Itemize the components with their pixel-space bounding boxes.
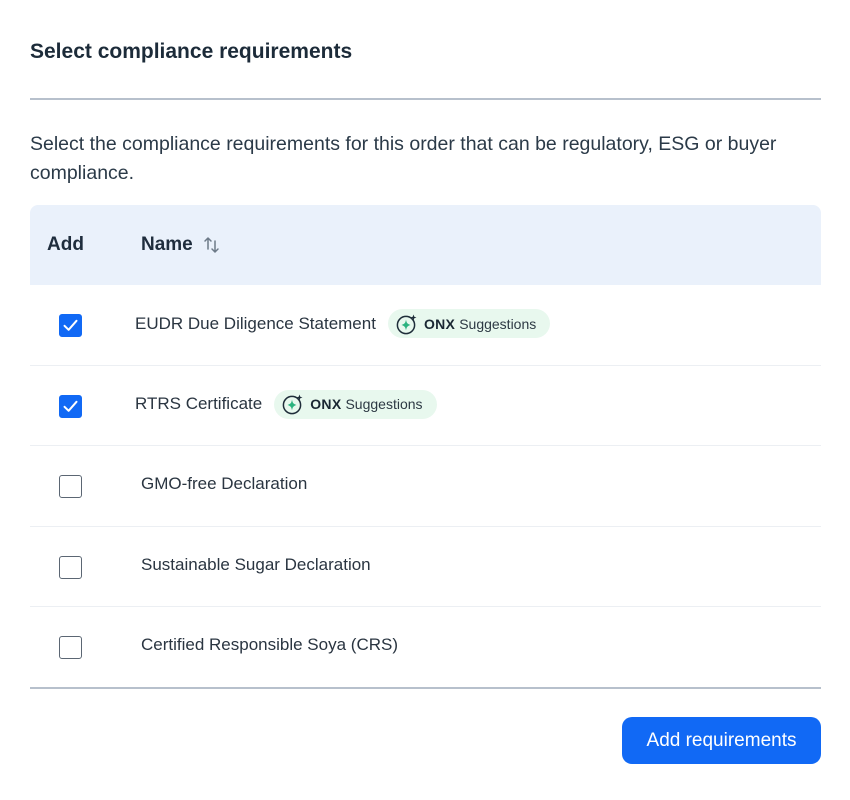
checkmark-icon xyxy=(62,317,79,334)
onx-suggestion-badge: ONX Suggestions xyxy=(274,389,437,419)
checkbox-unchecked[interactable] xyxy=(59,636,82,659)
checkbox-checked[interactable] xyxy=(59,314,82,337)
name-column-header[interactable]: Name xyxy=(141,234,221,256)
requirement-name-cell: GMO-free Declaration xyxy=(141,474,307,494)
requirement-name: GMO-free Declaration xyxy=(141,474,308,493)
checkbox-unchecked[interactable] xyxy=(59,555,82,579)
badge-brand: ONX xyxy=(423,315,456,332)
badge-label: Suggestions xyxy=(345,396,423,412)
table-row: RTRS Certificate ONX Suggestions xyxy=(30,366,821,446)
requirement-name: Sustainable Sugar Declaration xyxy=(141,554,371,574)
title-divider xyxy=(30,98,821,100)
sparkle-icon xyxy=(282,393,304,415)
requirement-name-cell: EUDR Due Diligence Statement ONX Suggestio… xyxy=(135,309,551,338)
add-requirements-button[interactable]: Add requirements xyxy=(622,717,821,764)
requirements-table: Add Name EUDR Due Diligence Statement ONX… xyxy=(30,205,821,688)
checkbox-unchecked[interactable] xyxy=(59,475,82,498)
badge-label: Suggestions xyxy=(459,315,537,332)
table-row: GMO-free Declaration xyxy=(30,446,821,527)
table-row: Certified Responsible Soya (CRS) xyxy=(30,607,821,688)
table-header: Add Name xyxy=(30,205,821,285)
footer-divider xyxy=(30,687,821,689)
requirement-name: EUDR Due Diligence Statement xyxy=(135,313,376,333)
dialog-description: Select the compliance requirements for t… xyxy=(30,133,777,184)
dialog-title: Select compliance requirements xyxy=(30,40,353,63)
sort-arrows-icon[interactable] xyxy=(203,235,221,255)
requirement-name-cell: Sustainable Sugar Declaration xyxy=(141,555,371,575)
name-column-label: Name xyxy=(141,234,193,255)
checkbox-checked[interactable] xyxy=(59,394,82,418)
requirement-name: Certified Responsible Soya (CRS) xyxy=(141,635,398,654)
table-row: EUDR Due Diligence Statement ONX Suggestio… xyxy=(30,285,821,366)
requirement-name: RTRS Certificate xyxy=(135,394,263,413)
add-column-header: Add xyxy=(47,234,84,255)
table-row: Sustainable Sugar Declaration xyxy=(30,527,821,607)
requirement-name-cell: RTRS Certificate ONX Suggestions xyxy=(135,389,437,419)
badge-brand: ONX xyxy=(310,396,342,412)
sparkle-icon xyxy=(396,313,418,335)
table-body: EUDR Due Diligence Statement ONX Suggestio… xyxy=(30,285,821,688)
requirement-name-cell: Certified Responsible Soya (CRS) xyxy=(141,635,398,655)
onx-suggestion-badge: ONX Suggestions xyxy=(387,309,551,338)
checkmark-icon xyxy=(62,398,79,415)
